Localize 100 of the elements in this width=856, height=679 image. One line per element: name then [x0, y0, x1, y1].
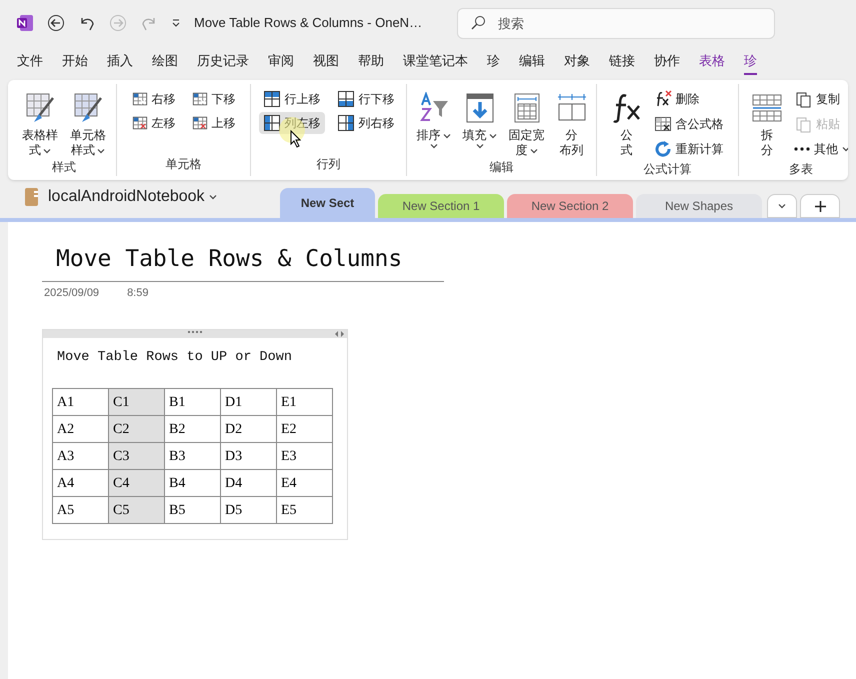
cell-move-icon: [192, 91, 208, 107]
window-title: Move Table Rows & Columns - OneN…: [194, 14, 424, 32]
note-text: Move Table Rows to UP or Down: [56, 349, 293, 367]
menu-tab[interactable]: 开始: [62, 49, 88, 75]
table-arrow-icon: [262, 90, 280, 108]
ribbon-button[interactable]: 排序: [412, 88, 454, 158]
menu-tab[interactable]: 帮助: [358, 49, 384, 75]
ribbon-button[interactable]: 表格样 式: [18, 88, 62, 158]
plus-icon: [814, 200, 826, 212]
menu-tab[interactable]: 课堂笔记本: [403, 49, 468, 75]
table-cell[interactable]: D1: [220, 388, 276, 416]
ribbon-button[interactable]: 单元格 样式: [66, 88, 110, 158]
table-cell[interactable]: E4: [276, 470, 332, 497]
table-cell[interactable]: A5: [52, 496, 108, 524]
ribbon-button[interactable]: 行上移: [258, 88, 324, 110]
table-cell[interactable]: C2: [108, 416, 164, 443]
ribbon-button[interactable]: 含公式格: [650, 113, 728, 135]
caret-icon: [43, 148, 51, 154]
menu-tab[interactable]: 历史记录: [197, 49, 249, 75]
back-icon[interactable]: [47, 14, 65, 32]
paste-icon: [794, 115, 812, 133]
table-brush-icon: [73, 92, 103, 124]
table-cell[interactable]: E3: [276, 442, 332, 470]
table-arrow-icon: [336, 90, 354, 108]
table-cell[interactable]: D4: [220, 470, 276, 497]
menu-tab[interactable]: 编辑: [519, 49, 545, 75]
table-cell[interactable]: C4: [108, 470, 164, 497]
menu-tab[interactable]: 审阅: [268, 49, 294, 75]
ribbon-button[interactable]: 固定宽 度: [504, 88, 548, 158]
menu-tab[interactable]: 表格: [699, 49, 725, 75]
table-cell[interactable]: C1: [108, 388, 164, 416]
table-cell[interactable]: A3: [52, 442, 108, 470]
table-cell[interactable]: B2: [164, 416, 220, 443]
table-cell[interactable]: D3: [220, 442, 276, 470]
chevron-icon: [778, 203, 786, 209]
table-cell[interactable]: E2: [276, 416, 332, 443]
notebook-selector[interactable]: localAndroidNotebook: [48, 185, 217, 209]
ribbon-button[interactable]: 拆 分: [748, 88, 786, 160]
menu-tab[interactable]: 视图: [313, 49, 339, 75]
formula-cell-icon: [654, 115, 672, 133]
section-tab[interactable]: New Sect: [280, 188, 375, 218]
table-cell[interactable]: B3: [164, 442, 220, 470]
ribbon-button[interactable]: 右移: [128, 88, 180, 110]
section-tab[interactable]: New Section 2: [507, 194, 633, 218]
table-cell[interactable]: B4: [164, 470, 220, 497]
menu-tab[interactable]: 协作: [654, 49, 680, 75]
customize-icon[interactable]: [171, 18, 181, 28]
more-icon: [794, 146, 810, 152]
ribbon-button[interactable]: 删除: [650, 88, 704, 110]
caret-icon: [842, 146, 848, 152]
ribbon-button[interactable]: 重新计算: [650, 138, 728, 160]
table-cell[interactable]: C5: [108, 496, 164, 524]
table-cell[interactable]: E5: [276, 496, 332, 524]
table-cell[interactable]: E1: [276, 388, 332, 416]
table-cell[interactable]: B1: [164, 388, 220, 416]
ribbon-button[interactable]: 分 布列: [552, 88, 590, 158]
ribbon-button[interactable]: 公 式: [608, 88, 646, 160]
menu-tab[interactable]: 珍: [744, 49, 757, 75]
search-field[interactable]: 搜索: [457, 8, 775, 38]
section-tab[interactable]: New Shapes: [636, 194, 762, 218]
drag-handle-icon[interactable]: [188, 331, 202, 334]
table-cell[interactable]: A2: [52, 416, 108, 443]
recalculate-icon: [654, 140, 672, 158]
ribbon-button[interactable]: 列右移: [332, 112, 398, 134]
page-date: 2025/09/09: [44, 286, 100, 300]
ribbon-button[interactable]: 其他: [790, 138, 848, 160]
search-icon: [470, 14, 486, 30]
add-section-button[interactable]: [800, 194, 840, 218]
menu-tab[interactable]: 文件: [17, 49, 43, 75]
group-label: 样式: [51, 159, 77, 176]
table-cell[interactable]: A1: [52, 388, 108, 416]
table-arrow-icon: [262, 114, 280, 132]
fixed-width-icon: [512, 92, 542, 124]
menu-tab[interactable]: 插入: [107, 49, 133, 75]
table-cell[interactable]: C3: [108, 442, 164, 470]
caret-icon: [97, 148, 105, 154]
table-arrow-icon: [336, 114, 354, 132]
ribbon-button[interactable]: 填充: [458, 88, 500, 158]
menu-tab[interactable]: 链接: [609, 49, 635, 75]
section-tab[interactable]: New Section 1: [378, 194, 504, 218]
table-cell[interactable]: D2: [220, 416, 276, 443]
table-cell[interactable]: B5: [164, 496, 220, 524]
function-icon: [612, 92, 642, 124]
cell-move-icon: [132, 115, 148, 131]
menu-tab[interactable]: 珍: [487, 49, 500, 75]
ribbon-button[interactable]: 上移: [188, 112, 240, 134]
group-label: 编辑: [488, 159, 514, 176]
ribbon-button[interactable]: 行下移: [332, 88, 398, 110]
resize-handle-icon[interactable]: [335, 331, 344, 337]
ribbon-button[interactable]: 左移: [128, 112, 180, 134]
menu-tab[interactable]: 对象: [564, 49, 590, 75]
ribbon-button[interactable]: 下移: [188, 88, 240, 110]
menu-tab[interactable]: 绘图: [152, 49, 178, 75]
cell-move-icon: [192, 115, 208, 131]
table-cell[interactable]: A4: [52, 470, 108, 497]
group-label: 行列: [316, 156, 342, 173]
app-logo-icon: [16, 14, 34, 32]
ribbon-button[interactable]: 复制: [790, 88, 844, 110]
table-cell[interactable]: D5: [220, 496, 276, 524]
group-label: 单元格: [164, 156, 202, 173]
